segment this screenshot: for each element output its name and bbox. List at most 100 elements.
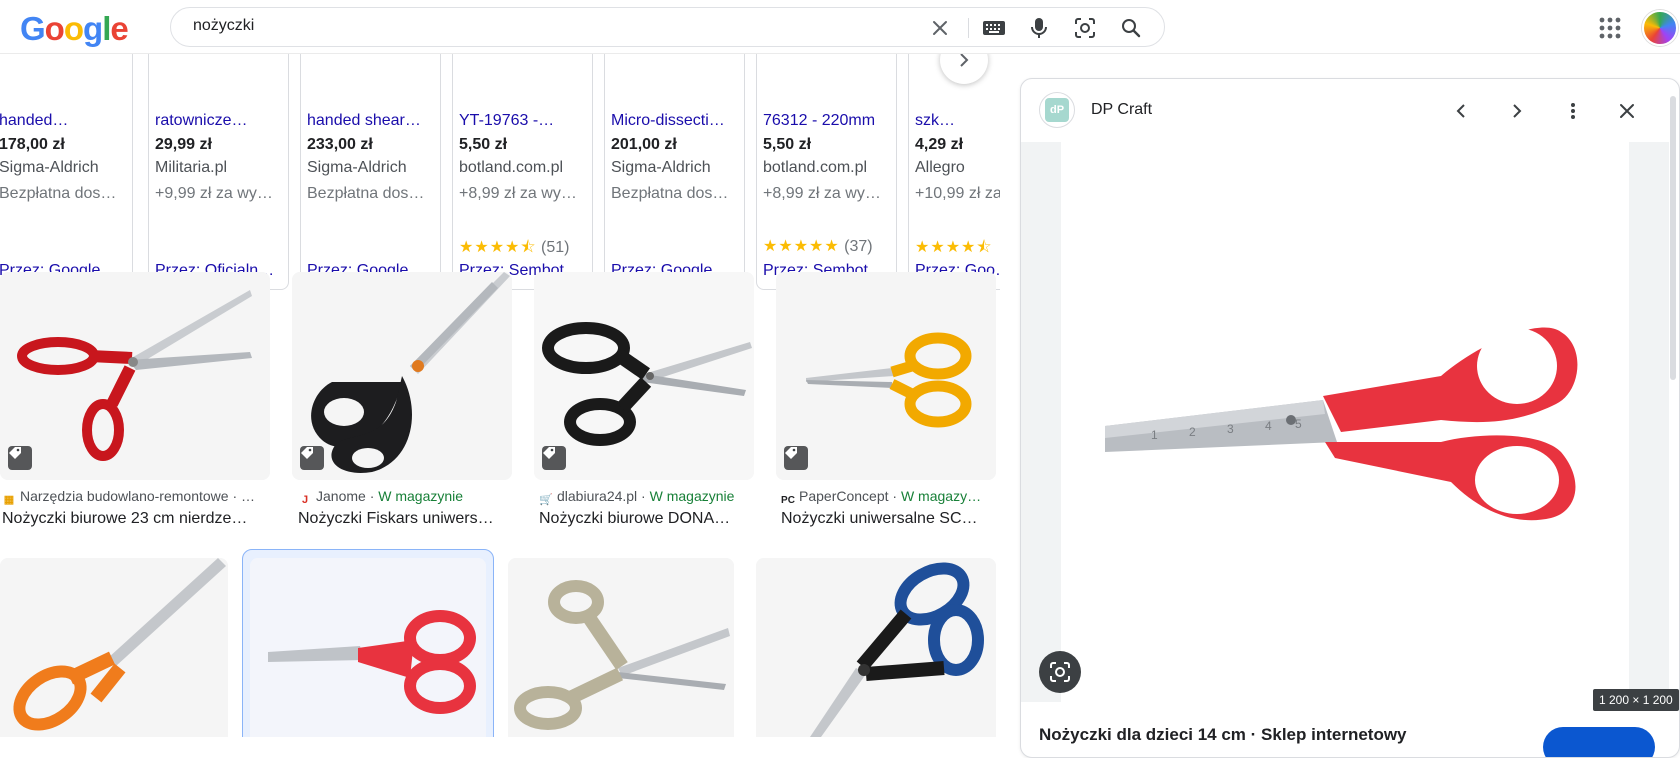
product-shipping: +8,99 zł za wy… (459, 185, 577, 202)
result-source[interactable]: 🛒 dlabiura24.pl · W magazynie (539, 488, 753, 507)
logo-letter: o (63, 10, 84, 47)
close-icon (1620, 104, 1634, 118)
scissors-image (776, 272, 996, 480)
more-options-button[interactable] (1557, 95, 1589, 127)
result-source[interactable]: ▦ Narzędzia budowlano-remontowe · … (2, 488, 264, 507)
logo-letter: o (44, 10, 65, 47)
result-source[interactable]: J Janome · W magazynie (298, 488, 512, 508)
product-title[interactable]: handed shear… (307, 112, 434, 130)
lens-icon (1050, 662, 1070, 682)
product-shop: Sigma-Aldrich (0, 159, 99, 176)
shopping-card[interactable]: handed shear… 233,00 zł Sigma-Aldrich Be… (300, 54, 441, 290)
search-box (170, 7, 1165, 47)
svg-text:5: 5 (1295, 417, 1302, 431)
svg-text:2: 2 (1189, 425, 1196, 439)
shopping-card[interactable]: ratownicze… 29,99 zł Militaria.pl +9,99 … (148, 54, 289, 290)
site-favicon-icon[interactable]: dP (1039, 92, 1075, 128)
logo-letter: G (20, 10, 46, 47)
microphone-icon[interactable] (1027, 16, 1051, 40)
panel-scrollbar[interactable] (1670, 96, 1676, 380)
image-result[interactable] (0, 558, 228, 737)
logo-letter: g (83, 10, 103, 47)
product-title[interactable]: YT-19763 -… (459, 112, 586, 130)
rating-stars: ★★★★⯪ (459, 239, 537, 256)
preview-caption[interactable]: Nożyczki dla dzieci 14 cm · Sklep intern… (1039, 725, 1407, 745)
logo-letter: e (110, 10, 128, 47)
product-price: 5,50 zł (763, 136, 812, 153)
stock-status: W magazy… (900, 488, 982, 504)
image-result[interactable] (508, 558, 734, 737)
tag-icon (8, 446, 32, 470)
next-button[interactable] (1501, 95, 1533, 127)
product-shipping: +10,99 zł za (915, 185, 1000, 202)
result-title[interactable]: Nożyczki biurowe 23 cm nierdze… (2, 510, 264, 528)
site-favicon-icon: J (301, 494, 309, 506)
image-result[interactable] (534, 272, 754, 480)
scissors-image: 1 2 3 4 5 (1061, 142, 1629, 702)
image-preview-panel: dP DP Craft 12345 1 200 × 1 200 Nożyczki… (1020, 78, 1680, 758)
image-result[interactable] (0, 272, 270, 480)
image-result[interactable] (776, 272, 996, 480)
result-source[interactable]: PC PaperConcept · W magazy… (781, 488, 995, 509)
shopping-card[interactable]: Micro-dissecti… 201,00 zł Sigma-Aldrich … (604, 54, 745, 290)
scissors-image (756, 558, 996, 737)
rating-count: (37) (844, 238, 873, 255)
product-shop: Sigma-Aldrich (307, 159, 407, 176)
product-title[interactable]: 76312 - 220mm (763, 112, 890, 130)
close-button[interactable] (1611, 95, 1643, 127)
rating-stars: ★★★★★ (763, 238, 840, 255)
shopping-card[interactable]: handed… 178,00 zł Sigma-Aldrich Bezpłatn… (0, 54, 133, 290)
product-price: 178,00 zł (0, 136, 65, 153)
lens-icon[interactable] (1073, 16, 1097, 40)
lens-search-button[interactable] (1039, 651, 1081, 693)
scissors-image (250, 558, 486, 737)
search-input[interactable] (193, 17, 893, 35)
shopping-card[interactable]: 76312 - 220mm 5,50 zł botland.com.pl +8,… (756, 54, 897, 290)
scissors-image (534, 272, 754, 480)
result-title[interactable]: Nożyczki biurowe DONA… (539, 510, 753, 528)
product-shipping: +9,99 zł za wy… (155, 185, 273, 202)
product-price: 29,99 zł (155, 136, 212, 153)
preview-image[interactable]: 1 2 3 4 5 (1061, 142, 1629, 702)
product-title[interactable]: ratownicze… (155, 112, 282, 130)
product-shipping: Bezpłatna dos… (611, 185, 729, 202)
visit-button[interactable] (1543, 727, 1655, 757)
site-favicon-icon: 🛒 (539, 494, 553, 506)
product-title[interactable]: handed… (0, 112, 126, 130)
search-icon[interactable] (1119, 16, 1143, 40)
scissors-image (508, 558, 734, 737)
product-price: 201,00 zł (611, 136, 677, 153)
source-name: PaperConcept · (799, 488, 901, 504)
shopping-card[interactable]: szk… 4,29 zł Allegro +10,99 zł za ★★★★⯪ … (908, 54, 1000, 290)
source-name: Janome · (316, 488, 379, 504)
site-name[interactable]: DP Craft (1091, 101, 1152, 119)
source-name: Narzędzia budowlano-remontowe · … (20, 488, 255, 504)
preview-backdrop (1629, 142, 1669, 702)
tag-icon (542, 446, 566, 470)
keyboard-icon[interactable] (982, 16, 1006, 40)
product-rating: ★★★★⯪ (915, 236, 1000, 263)
shopping-card[interactable]: YT-19763 -… 5,50 zł botland.com.pl +8,99… (452, 54, 593, 290)
product-rating: ★★★★⯪ (51) (459, 236, 586, 263)
apps-grid-icon[interactable] (1599, 17, 1621, 39)
account-avatar[interactable] (1642, 10, 1678, 46)
clear-icon[interactable] (928, 16, 952, 40)
previous-button[interactable] (1445, 95, 1477, 127)
preview-backdrop (1021, 142, 1061, 702)
image-result[interactable] (756, 558, 996, 737)
image-result-selected[interactable] (250, 558, 486, 737)
google-logo[interactable]: Google (20, 10, 129, 48)
product-shop: Allegro (915, 159, 965, 176)
chevron-right-icon (960, 54, 969, 67)
result-title[interactable]: Nożyczki uniwersalne SC… (781, 510, 995, 528)
product-title[interactable]: Micro-dissecti… (611, 112, 738, 130)
image-result[interactable] (292, 272, 512, 480)
product-title[interactable]: szk… (915, 112, 1000, 130)
scissors-image (0, 272, 270, 480)
svg-text:4: 4 (1265, 419, 1272, 433)
rating-count: (51) (540, 239, 570, 256)
stock-status: W magazynie (649, 488, 735, 504)
result-title[interactable]: Nożyczki Fiskars uniwers… (298, 510, 512, 528)
image-dimensions: 1 200 × 1 200 (1593, 689, 1679, 711)
product-shop: Militaria.pl (155, 159, 228, 176)
